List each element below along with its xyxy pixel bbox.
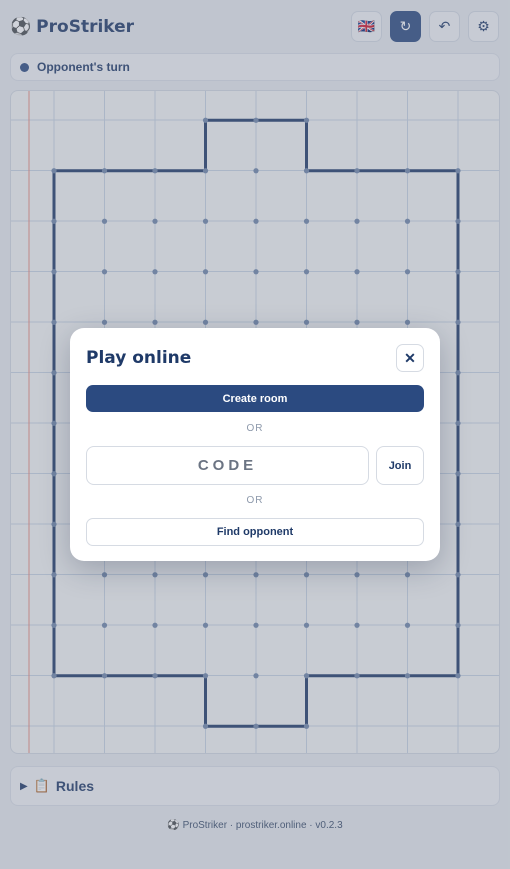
close-icon: ✕ xyxy=(404,349,416,366)
find-opponent-button[interactable]: Find opponent xyxy=(86,518,424,546)
close-button[interactable]: ✕ xyxy=(396,344,424,372)
join-button[interactable]: Join xyxy=(376,446,424,485)
modal-title: Play online xyxy=(86,348,192,368)
room-code-input[interactable] xyxy=(86,446,369,485)
play-online-modal: Play online ✕ Create room OR Join OR Fin… xyxy=(70,328,440,561)
or-divider: OR xyxy=(246,495,264,506)
create-room-button[interactable]: Create room xyxy=(86,385,424,412)
or-divider: OR xyxy=(246,423,264,434)
